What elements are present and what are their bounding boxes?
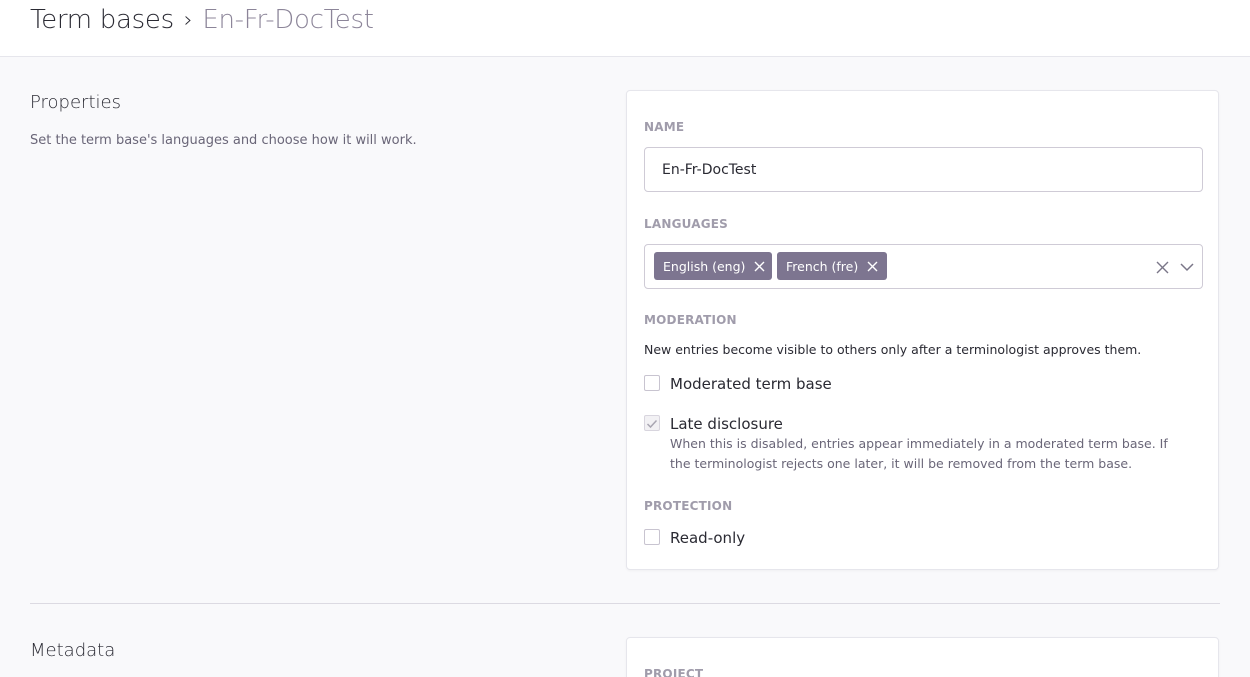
name-input[interactable] — [644, 147, 1203, 192]
moderation-label: MODERATION — [644, 313, 737, 327]
language-tag: English (eng) — [654, 252, 772, 280]
language-tag: French (fre) — [777, 252, 887, 280]
metadata-card: PROJECT — [626, 637, 1219, 677]
moderated-label[interactable]: Moderated term base — [670, 375, 832, 393]
languages-label: LANGUAGES — [644, 217, 728, 231]
metadata-section-title: Metadata — [30, 640, 116, 661]
properties-card: NAME LANGUAGES English (eng) French (fre… — [626, 90, 1219, 570]
breadcrumb-current: En-Fr-DocTest — [202, 5, 374, 35]
moderation-help: New entries become visible to others onl… — [644, 342, 1142, 357]
section-divider — [30, 603, 1220, 604]
late-disclosure-checkbox[interactable] — [644, 415, 660, 431]
protection-label: PROTECTION — [644, 499, 733, 513]
properties-section-description: Set the term base's languages and choose… — [30, 133, 417, 148]
chevron-down-icon[interactable] — [1178, 258, 1196, 276]
name-label: NAME — [644, 120, 685, 134]
moderated-checkbox[interactable] — [644, 375, 660, 391]
breadcrumb-term-bases-link[interactable]: Term bases — [30, 5, 174, 35]
page-header: Term bases › En-Fr-DocTest — [0, 0, 1250, 57]
clear-icon[interactable] — [1154, 259, 1172, 277]
readonly-checkbox[interactable] — [644, 529, 660, 545]
language-tag-label: English (eng) — [663, 258, 746, 274]
check-icon — [646, 419, 658, 429]
breadcrumb-separator: › — [183, 7, 193, 33]
late-disclosure-help: When this is disabled, entries appear im… — [670, 436, 1168, 471]
project-label: PROJECT — [644, 667, 704, 677]
close-icon[interactable] — [864, 258, 882, 276]
late-disclosure-label[interactable]: Late disclosure — [670, 415, 783, 433]
breadcrumb: Term bases › En-Fr-DocTest — [30, 5, 374, 35]
language-tag-label: French (fre) — [786, 258, 859, 274]
readonly-label[interactable]: Read-only — [670, 529, 745, 547]
close-icon[interactable] — [751, 258, 769, 276]
languages-multiselect[interactable]: English (eng) French (fre) — [644, 244, 1203, 289]
properties-section-title: Properties — [30, 92, 121, 113]
